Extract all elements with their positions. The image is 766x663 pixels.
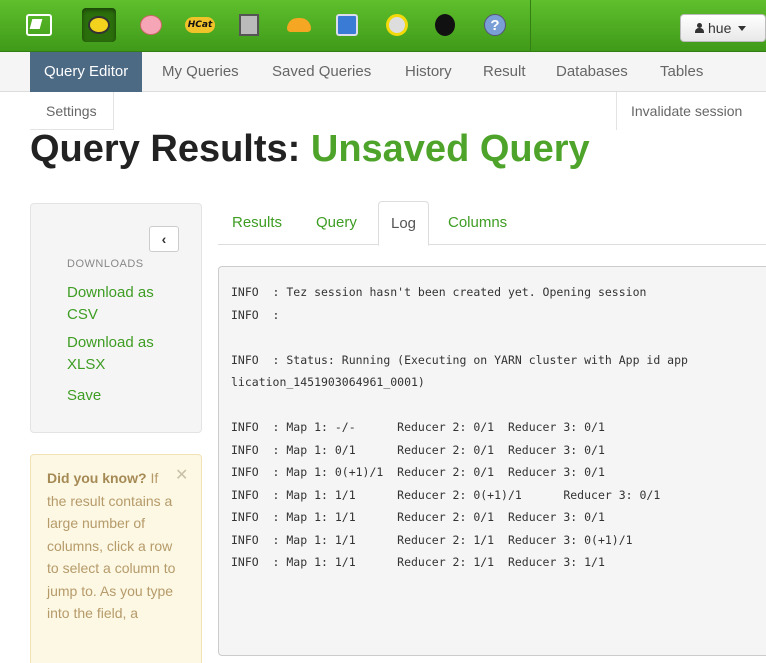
tab-query[interactable]: Query <box>316 201 357 245</box>
page-title-prefix: Query Results: <box>30 128 301 170</box>
beeswax-icon[interactable] <box>82 8 116 42</box>
download-xlsx-link[interactable]: Download as XLSX <box>67 332 177 376</box>
tip-body: If the result contains a large number of… <box>47 470 176 621</box>
sub-navbar: Query Editor My Queries Saved Queries Hi… <box>0 52 766 92</box>
results-tabs: Results Query Log Columns <box>218 201 766 246</box>
help-icon[interactable]: ? <box>478 8 512 42</box>
log-line: INFO : Map 1: 0(+1)/1 Reducer 2: 0/1 Red… <box>231 465 605 479</box>
nav-query-editor[interactable]: Query Editor <box>30 52 143 92</box>
log-output: INFO : Tez session hasn't been created y… <box>218 266 766 656</box>
user-icon <box>695 23 704 33</box>
log-line: INFO : Map 1: 1/1 Reducer 2: 0/1 Reducer… <box>231 510 605 524</box>
page-title: Query Results: Unsaved Query <box>30 128 590 171</box>
nav-my-queries[interactable]: My Queries <box>162 52 239 92</box>
pig-icon[interactable] <box>134 8 168 42</box>
downloads-header: DOWNLOADS <box>67 258 144 270</box>
log-line: INFO : <box>231 307 280 322</box>
oozie-icon[interactable] <box>428 8 462 42</box>
top-navbar: HCat ? hue <box>0 0 766 52</box>
log-line: INFO : Map 1: -/- Reducer 2: 0/1 Reducer… <box>231 420 605 434</box>
nav-saved-queries[interactable]: Saved Queries <box>272 52 371 92</box>
tab-columns[interactable]: Columns <box>448 201 507 245</box>
hcatalog-icon[interactable]: HCat <box>183 8 217 42</box>
log-line: INFO : Map 1: 1/1 Reducer 2: 1/1 Reducer… <box>231 555 605 569</box>
nav-history[interactable]: History <box>405 52 452 92</box>
log-line: INFO : Map 1: 1/1 Reducer 2: 1/1 Reducer… <box>231 532 633 547</box>
nav-settings[interactable]: Settings <box>30 92 114 130</box>
navbar-divider <box>530 0 531 52</box>
nav-tables[interactable]: Tables <box>660 52 703 92</box>
log-line: INFO : Status: Running (Executing on YAR… <box>231 352 688 367</box>
caret-down-icon <box>738 25 747 31</box>
home-icon[interactable] <box>22 8 56 42</box>
file-browser-icon[interactable] <box>330 8 364 42</box>
sqoop-icon[interactable] <box>232 8 266 42</box>
chevron-left-icon: ‹ <box>161 231 167 247</box>
nav-result[interactable]: Result <box>483 52 526 92</box>
log-line: INFO : Map 1: 0/1 Reducer 2: 0/1 Reducer… <box>231 442 605 457</box>
invalidate-session-link[interactable]: Invalidate session <box>616 92 756 130</box>
tip-text: Did you know? If the result contains a l… <box>47 467 181 625</box>
job-browser-icon[interactable] <box>380 8 414 42</box>
collapse-sidebar-button[interactable]: ‹ <box>149 226 179 252</box>
log-line: INFO : Map 1: 1/1 Reducer 2: 0(+1)/1 Red… <box>231 487 661 502</box>
log-line: INFO : Tez session hasn't been created y… <box>231 285 647 299</box>
user-name: hue <box>708 20 732 36</box>
tab-results[interactable]: Results <box>232 201 282 245</box>
downloads-panel: ‹ DOWNLOADS Download as CSV Download as … <box>30 203 202 433</box>
log-line: lication_1451903064961_0001) <box>231 375 425 389</box>
page-title-query-name: Unsaved Query <box>310 128 590 170</box>
impala-icon[interactable] <box>282 8 316 42</box>
download-csv-link[interactable]: Download as CSV <box>67 282 177 326</box>
tab-log[interactable]: Log <box>378 201 430 246</box>
nav-databases[interactable]: Databases <box>556 52 628 92</box>
save-link[interactable]: Save <box>67 385 177 407</box>
tip-heading: Did you know? <box>47 470 147 486</box>
user-menu-button[interactable]: hue <box>680 14 766 42</box>
did-you-know-tip: ✕ Did you know? If the result contains a… <box>30 454 202 663</box>
